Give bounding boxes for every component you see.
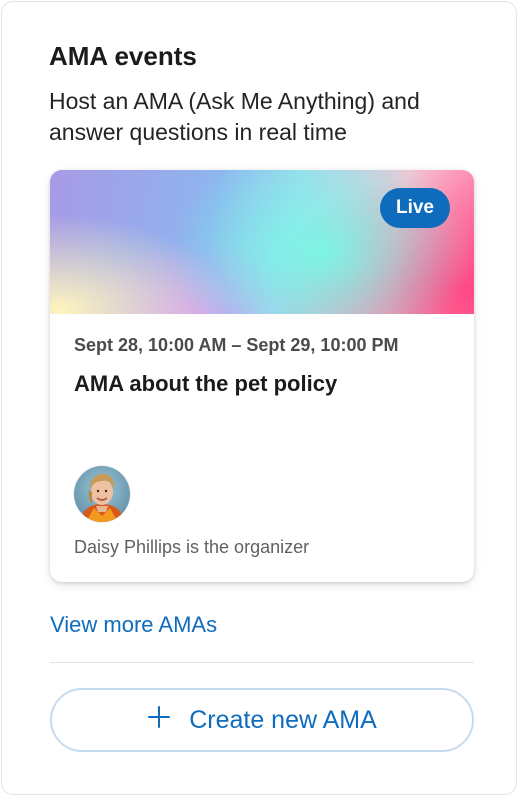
event-date-range: Sept 28, 10:00 AM – Sept 29, 10:00 PM xyxy=(74,335,399,355)
create-new-ama-button[interactable]: Create new AMA xyxy=(50,688,474,752)
event-title[interactable]: AMA about the pet policy xyxy=(74,370,337,398)
panel-subtitle: Host an AMA (Ask Me Anything) and answer… xyxy=(49,88,420,145)
organizer-avatar[interactable] xyxy=(74,466,130,522)
plus-icon xyxy=(148,706,171,728)
view-more-amas-link[interactable]: View more AMAs xyxy=(50,611,217,639)
live-badge: Live xyxy=(379,188,450,228)
ama-events-panel: AMA events Host an AMA (Ask Me Anything)… xyxy=(1,1,517,795)
person-avatar-icon xyxy=(74,466,130,522)
create-button-label: Create new AMA xyxy=(189,706,377,734)
ama-event-card[interactable]: Live Sept 28, 10:00 AM – Sept 29, 10:00 … xyxy=(50,170,474,582)
divider xyxy=(50,662,474,663)
panel-title: AMA events xyxy=(49,41,197,71)
organizer-text: Daisy Phillips is the organizer xyxy=(74,537,310,557)
